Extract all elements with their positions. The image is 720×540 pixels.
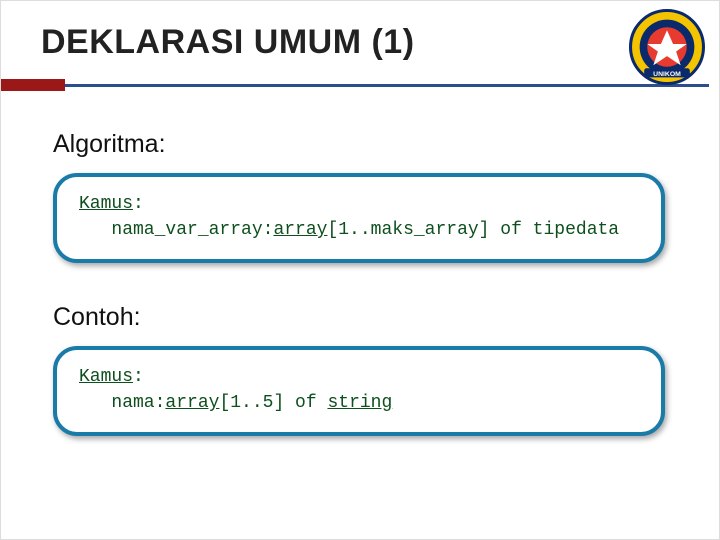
var-name: nama_var_array:: [111, 220, 273, 240]
page-title: DEKLARASI UMUM (1): [41, 23, 415, 62]
array-spec: [1..5] of: [219, 393, 327, 413]
unikom-logo: UNIKOM: [629, 9, 705, 85]
accent-red-block: [1, 79, 65, 91]
array-keyword: array: [165, 393, 219, 413]
indent: [79, 393, 111, 413]
indent: [79, 220, 111, 240]
colon: :: [133, 367, 144, 387]
accent-blue-line: [65, 79, 720, 91]
title-accent-bar: [1, 79, 720, 91]
slide: DEKLARASI UMUM (1) UNIKOM Algoritma: Kam…: [0, 0, 720, 540]
var-name: nama:: [111, 393, 165, 413]
content-area: Algoritma: Kamus: nama_var_array:array[1…: [53, 116, 669, 436]
contoh-label: Contoh:: [53, 303, 669, 332]
string-keyword: string: [327, 393, 392, 413]
colon: :: [133, 194, 144, 214]
logo-icon: UNIKOM: [629, 9, 705, 85]
code-box-algoritma: Kamus: nama_var_array:array[1..maks_arra…: [53, 173, 665, 263]
array-spec: [1..maks_array] of tipedata: [327, 220, 619, 240]
logo-text: UNIKOM: [653, 71, 681, 78]
algoritma-label: Algoritma:: [53, 130, 669, 159]
kamus-keyword: Kamus: [79, 367, 133, 387]
code-box-contoh: Kamus: nama:array[1..5] of string: [53, 346, 665, 436]
kamus-keyword: Kamus: [79, 194, 133, 214]
array-keyword: array: [273, 220, 327, 240]
